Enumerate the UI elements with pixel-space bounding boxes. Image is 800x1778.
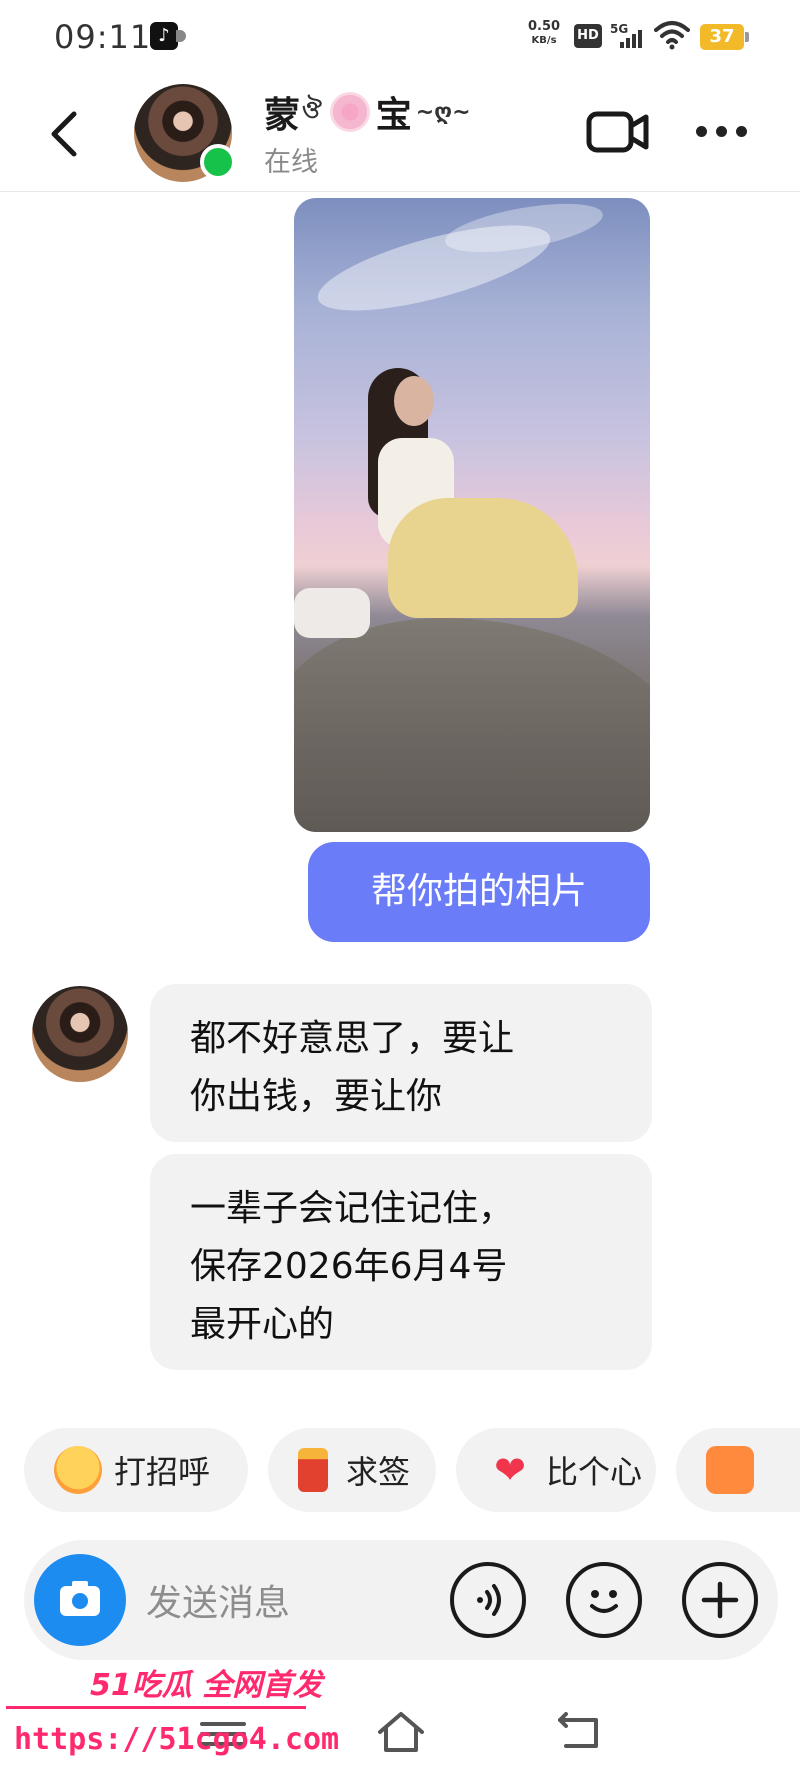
- photo-message[interactable]: [294, 198, 650, 832]
- camera-icon: [60, 1581, 100, 1616]
- more-options-icon[interactable]: [694, 120, 750, 144]
- photo-person-face: [394, 376, 434, 426]
- photo-rock: [294, 618, 650, 832]
- tiktok-notification-icon: ♪: [150, 22, 186, 50]
- quick-reply-heart[interactable]: ❤ 比个心: [456, 1428, 656, 1512]
- voice-wave-icon: [477, 1584, 501, 1616]
- quick-reply-label: 求签: [346, 1453, 411, 1491]
- chat-header: 蒙 ঔ 宝 ~ღ~ 在线: [0, 72, 800, 192]
- ornament-icon: ঔ: [302, 96, 322, 124]
- peer-avatar[interactable]: [32, 986, 128, 1082]
- network-speed: 0.50 KB/s: [528, 20, 560, 48]
- battery-indicator: 37: [700, 24, 749, 50]
- wifi-icon: [654, 21, 690, 50]
- incoming-message[interactable]: 都不好意思了，要让 你出钱，要让你: [150, 984, 652, 1142]
- group-photo-icon: [706, 1446, 754, 1494]
- contact-presence: 在线: [264, 147, 318, 178]
- video-call-icon[interactable]: [586, 110, 650, 154]
- photo-person-skirt: [388, 498, 578, 618]
- quick-reply-photo[interactable]: [676, 1428, 800, 1512]
- watermark-divider: [6, 1706, 306, 1709]
- watermark-url: https://51cgo4.com: [14, 1722, 340, 1757]
- back-arrow-icon[interactable]: [40, 104, 90, 164]
- quick-reply-label: 比个心: [546, 1453, 643, 1491]
- status-bar: 09:11 ♪ 0.50 KB/s HD 5G 37: [0, 0, 800, 72]
- online-indicator: [200, 144, 236, 180]
- network-speed-value: 0.50: [528, 19, 561, 34]
- smiley-wave-icon: [54, 1446, 102, 1494]
- fortune-stick-icon: [298, 1448, 328, 1492]
- photo-cloth: [294, 588, 370, 638]
- smiley-icon: [590, 1590, 618, 1613]
- contact-name-first: 蒙: [264, 95, 301, 136]
- plus-icon: [701, 1581, 739, 1619]
- quick-reply-label: 打招呼: [114, 1453, 211, 1491]
- hd-badge: HD: [574, 24, 602, 48]
- contact-avatar[interactable]: [134, 84, 236, 182]
- contact-name[interactable]: 蒙 ঔ 宝 ~ღ~: [264, 86, 471, 138]
- quick-reply-fortune[interactable]: 求签: [268, 1428, 436, 1512]
- cell-signal-icon: [620, 30, 646, 48]
- add-button[interactable]: [682, 1562, 758, 1638]
- status-time: 09:11: [54, 18, 152, 56]
- back-nav-icon[interactable]: [552, 1710, 606, 1754]
- incoming-message[interactable]: 一辈子会记住记住， 保存2026年6月4号 最开心的: [150, 1154, 652, 1370]
- sakura-icon: [329, 92, 370, 132]
- message-input-bar: 发送消息: [24, 1540, 778, 1660]
- watermark: 51吃瓜 全网首发 https://51cgo4.com: [6, 1652, 339, 1778]
- emoji-button[interactable]: [566, 1562, 642, 1638]
- network-speed-unit: KB/s: [531, 35, 557, 46]
- home-icon[interactable]: [374, 1708, 428, 1756]
- message-input[interactable]: 发送消息: [146, 1574, 290, 1626]
- contact-name-last: 宝: [375, 95, 412, 136]
- quick-reply-bar: 打招呼 求签 ❤ 比个心: [24, 1428, 800, 1514]
- quick-reply-greet[interactable]: 打招呼: [24, 1428, 248, 1512]
- watermark-brand: 51吃瓜 全网首发: [90, 1668, 323, 1703]
- outgoing-message[interactable]: 帮你拍的相片: [308, 842, 650, 942]
- camera-button[interactable]: [34, 1554, 126, 1646]
- voice-button[interactable]: [450, 1562, 526, 1638]
- ornament-swirl-icon: ~ღ~: [415, 99, 471, 125]
- heart-icon: ❤: [494, 1448, 526, 1492]
